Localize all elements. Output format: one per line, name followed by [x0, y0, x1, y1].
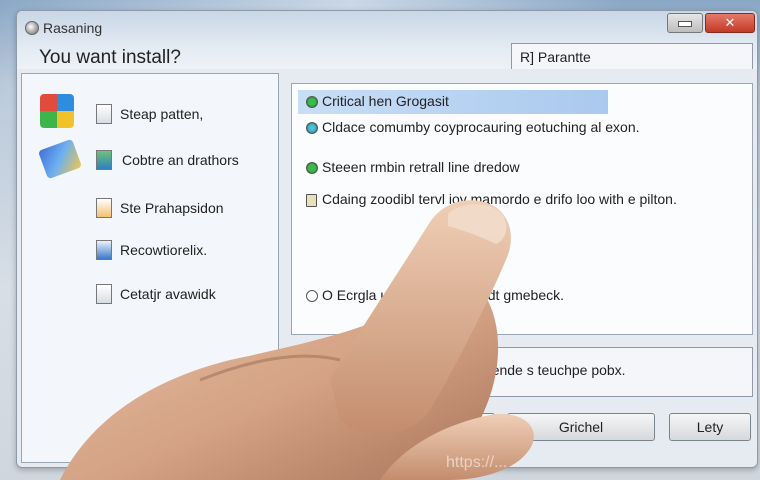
close-button[interactable]: ✕ [705, 13, 755, 33]
installer-window: Rasaning You want install? ✕ R] Parantte… [16, 10, 758, 468]
close-icon: ✕ [724, 15, 736, 30]
option-item-3[interactable]: Steeen rmbin retrall line dredow [292, 156, 752, 180]
option-label: O Ecrgla un oluring jotonmdt gmebeck. [322, 287, 565, 303]
package-icon [96, 198, 112, 218]
sidebar: Steap patten, Cobtre an drathors Ste Pra… [21, 73, 279, 463]
back-button[interactable] [437, 413, 495, 441]
info-icon [306, 122, 318, 134]
exit-button[interactable]: Lety [669, 413, 751, 441]
options-panel: Critical hen Grogasit Cldace comumby coy… [291, 83, 753, 335]
sidebar-item-3[interactable]: Ste Prahapsidon [22, 192, 278, 224]
settings-icon [96, 150, 112, 170]
sidebar-item-1[interactable]: Steap patten, [22, 98, 278, 130]
document-icon [96, 104, 112, 124]
radio-button [306, 290, 318, 302]
sidebar-item-label: Steap patten, [120, 106, 204, 122]
sidebar-item-label: Ste Prahapsidon [120, 200, 224, 216]
option-item-4[interactable]: Cdaing zoodibl tervl ioy mamordo e drifo… [292, 188, 752, 212]
document-icon [306, 194, 317, 207]
sidebar-item-label: Cobtre an drathors [122, 152, 239, 168]
sidebar-item-2[interactable]: Cobtre an drathors [22, 144, 278, 176]
sidebar-item-label: Recowtiorelix. [120, 242, 208, 258]
option-label: Critical hen Grogasit [322, 93, 449, 109]
restore-button[interactable] [667, 13, 703, 33]
option-label: Cldace comumby coyprocauring eotuching a… [322, 119, 640, 135]
window-heading: You want install? [39, 47, 181, 68]
description-box: A oomende s teuchpe pobx. [291, 347, 753, 397]
checklist-icon [96, 284, 112, 304]
radio-icon [306, 162, 318, 174]
window-title: Rasaning [43, 20, 103, 36]
sidebar-item-label: Cetatjr avawidk [120, 286, 216, 302]
option-item-1[interactable]: Critical hen Grogasit [298, 90, 608, 114]
tab-panel[interactable]: R] Parantte [511, 43, 753, 69]
watermark-text: https://... [446, 454, 508, 471]
option-label: Steeen rmbin retrall line dredow [322, 159, 520, 175]
sidebar-item-5[interactable]: Cetatjr avawidk [22, 278, 278, 310]
radio-icon [306, 96, 318, 108]
sidebar-item-4[interactable]: Recowtiorelix. [22, 234, 278, 266]
option-label: Cdaing zoodibl tervl ioy mamordo e drifo… [322, 191, 677, 207]
photo-scene: Rasaning You want install? ✕ R] Parantte… [0, 0, 760, 480]
shield-icon [96, 240, 112, 260]
continue-button[interactable]: Grichel [507, 413, 655, 441]
app-icon [25, 21, 39, 35]
option-item-2[interactable]: Cldace comumby coyprocauring eotuching a… [292, 116, 752, 140]
description-text: A oomende s teuchpe pobx. [452, 362, 626, 378]
option-item-5[interactable]: O Ecrgla un oluring jotonmdt gmebeck. [292, 284, 752, 308]
